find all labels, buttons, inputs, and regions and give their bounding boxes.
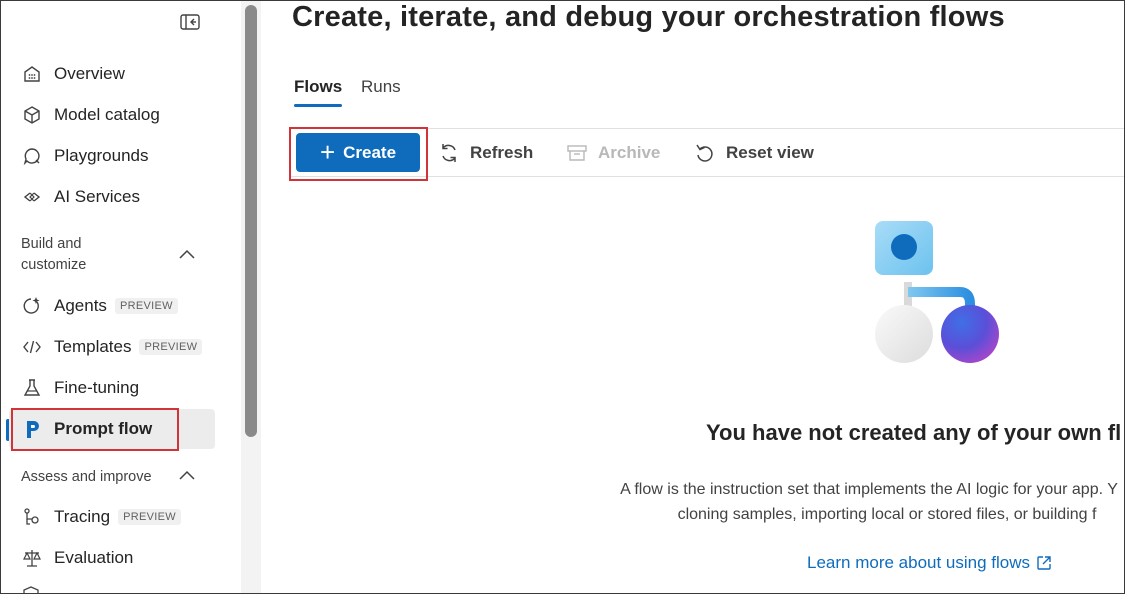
preview-badge: PREVIEW [114,298,178,314]
highlight-box [11,408,179,451]
chevron-up-icon[interactable] [177,247,197,261]
archive-button-label: Archive [598,143,661,162]
sidebar-item-label: Templates [54,337,132,356]
overview-icon [21,63,43,85]
sidebar-item-label: Fine-tuning [54,378,140,397]
safety-icon [21,585,43,593]
refresh-button-label: Refresh [470,143,534,162]
sidebar-item-label: Evaluation [54,548,134,567]
empty-state-description: A flow is the instruction set that imple… [559,477,1124,527]
preview-badge: PREVIEW [118,509,181,525]
sidebar-item-overview[interactable]: Overview [9,54,215,94]
app-frame: Overview Model catalog Playgrounds AI Se… [0,0,1125,594]
archive-icon [566,142,588,164]
section-title-line1: Build and [21,236,82,252]
section-build-customize[interactable]: Build and customize [21,234,86,276]
tracing-icon [21,506,43,528]
main-content: Create, iterate, and debug your orchestr… [261,1,1124,593]
refresh-button[interactable]: Refresh [438,138,533,168]
sidebar-item-label: Playgrounds [54,146,149,165]
link-icon [21,186,43,208]
page-title: Create, iterate, and debug your orchestr… [292,1,1005,33]
sidebar-item-agents[interactable]: Agents PREVIEW [9,286,215,326]
preview-badge: PREVIEW [139,339,203,355]
archive-button[interactable]: Archive [566,138,660,168]
tab-flows[interactable]: Flows [294,77,342,97]
sidebar: Overview Model catalog Playgrounds AI Se… [1,1,241,593]
collapse-sidebar-icon[interactable] [179,12,201,32]
section-assess-improve[interactable]: Assess and improve [21,467,152,488]
refresh-icon [438,142,460,164]
code-icon [21,336,43,358]
create-button-label: Create [343,142,397,162]
sidebar-item-label: Model catalog [54,105,160,124]
section-title-line2: customize [21,257,87,273]
sidebar-item-model-catalog[interactable]: Model catalog [9,95,215,135]
learn-more-link-label: Learn more about using flows [807,553,1031,572]
plus-icon: + [319,136,336,167]
flask-icon [21,377,43,399]
create-button[interactable]: + Create [296,133,420,172]
empty-state-title: You have not created any of your own fl [706,420,1122,445]
sidebar-item-label: AI Services [54,187,140,206]
learn-more-link[interactable]: Learn more about using flows [807,553,1052,573]
sidebar-item-label: Agents [54,296,107,315]
reset-view-button-label: Reset view [726,143,814,162]
description-line: A flow is the instruction set that imple… [620,481,1118,498]
cube-icon [21,104,43,126]
chat-icon [21,145,43,167]
external-link-icon [1037,556,1051,570]
sidebar-item-evaluation[interactable]: Evaluation [9,538,215,578]
sidebar-item-templates[interactable]: Templates PREVIEW [9,327,215,367]
sidebar-scrollbar-thumb[interactable] [245,5,257,437]
flow-illustration-icon [875,221,999,363]
reset-view-button[interactable]: Reset view [694,138,814,168]
undo-icon [694,142,716,164]
sidebar-item-playgrounds[interactable]: Playgrounds [9,136,215,176]
sidebar-item-tracing[interactable]: Tracing PREVIEW [9,497,215,537]
sidebar-item-label: Overview [54,64,125,83]
sidebar-item-fine-tuning[interactable]: Fine-tuning [9,368,215,408]
tab-selected-indicator [294,104,342,107]
section-title: Assess and improve [21,469,152,485]
scales-icon [21,547,43,569]
description-line: cloning samples, importing local or stor… [677,506,1097,523]
sidebar-item-label: Tracing [54,507,111,526]
sidebar-item-ai-services[interactable]: AI Services [9,177,215,217]
tab-runs[interactable]: Runs [361,77,401,97]
chevron-up-icon[interactable] [177,468,197,482]
agent-sparkle-icon [21,295,43,317]
